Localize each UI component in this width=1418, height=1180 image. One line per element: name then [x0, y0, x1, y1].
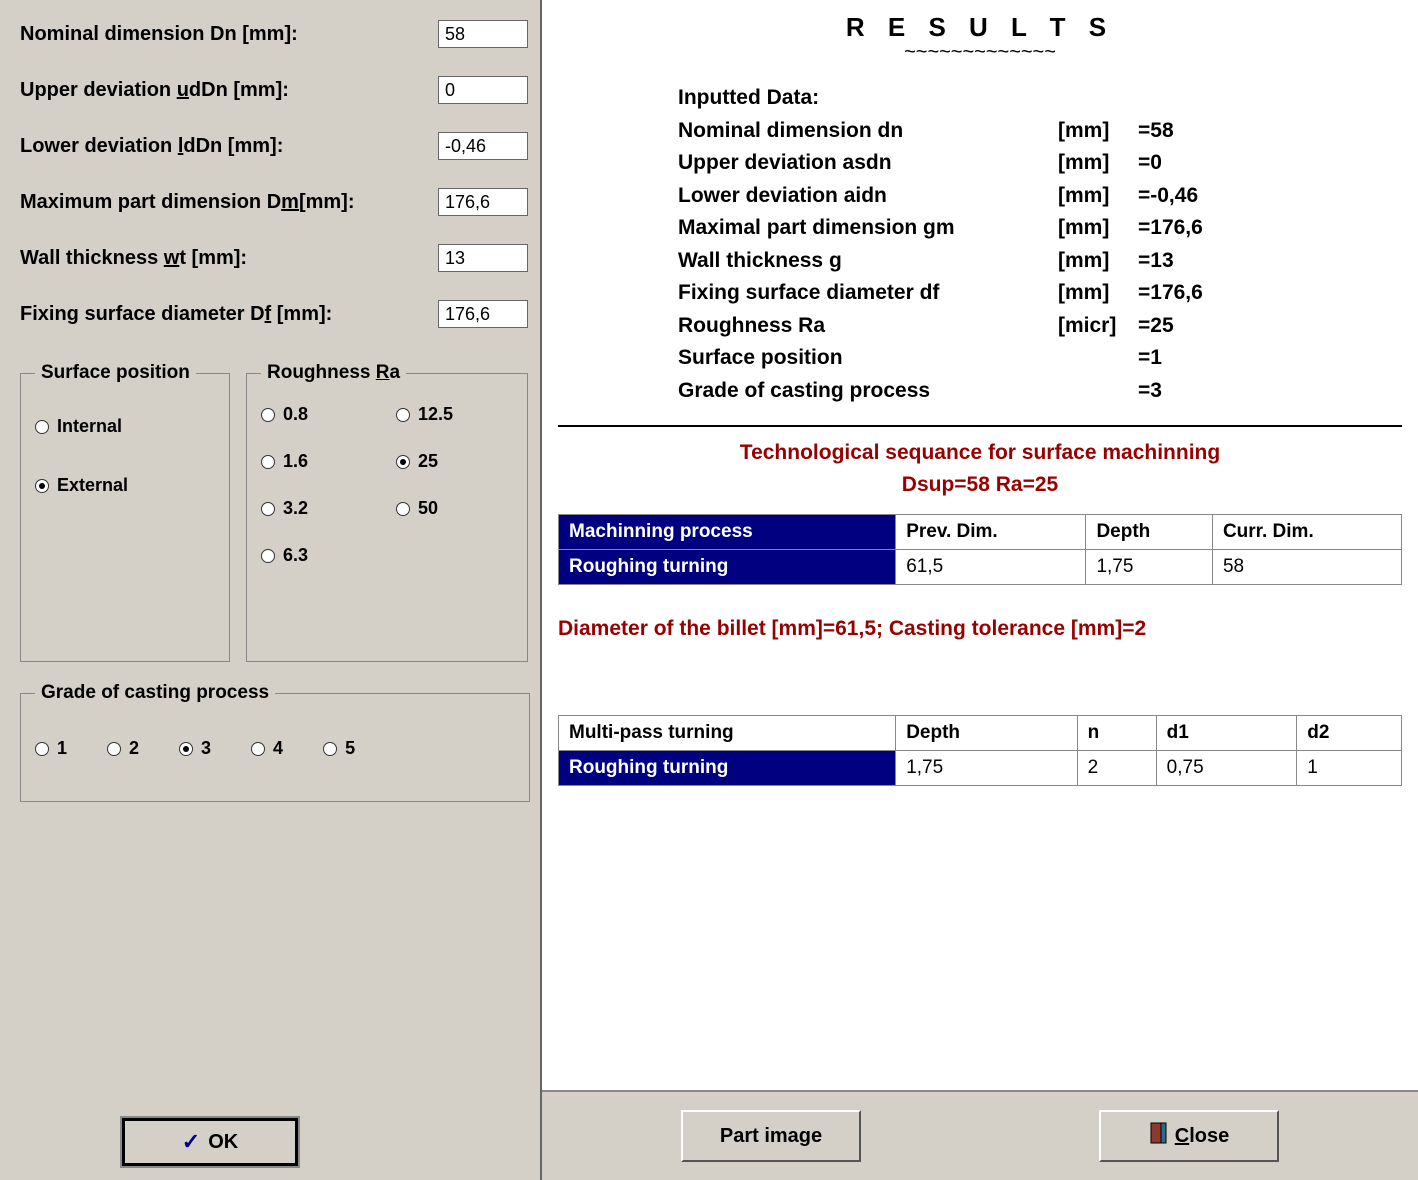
df-input[interactable]: [438, 300, 528, 328]
th-multipass: Multi-pass turning: [559, 715, 896, 750]
radio-icon: [261, 455, 275, 469]
field-ld: Lower deviation ldDn [mm]:: [20, 132, 528, 160]
surface-position-group: Surface position Internal External: [20, 362, 230, 662]
grade-legend: Grade of casting process: [35, 682, 275, 704]
ld-input[interactable]: [438, 132, 528, 160]
roughness-legend: Roughness Ra: [261, 362, 406, 384]
radio-grade-2[interactable]: 2: [107, 738, 139, 759]
th-depth: Depth: [1086, 515, 1213, 550]
th-depth2: Depth: [896, 715, 1077, 750]
ud-input[interactable]: [438, 76, 528, 104]
inputted-row: Surface position=1: [678, 342, 1402, 375]
radio-icon: [35, 420, 49, 434]
grade-group: Grade of casting process 1 2 3 4 5: [20, 682, 530, 802]
tech-seq-line2: Dsup=58 Ra=25: [558, 469, 1402, 501]
divider: [558, 425, 1402, 427]
radio-ra-12-5[interactable]: 12.5: [396, 404, 513, 425]
inputted-row: Maximal part dimension gm[mm]=176,6: [678, 212, 1402, 245]
dn-label: Nominal dimension Dn [mm]:: [20, 23, 438, 46]
dn-input[interactable]: [438, 20, 528, 48]
radio-icon: [323, 742, 337, 756]
part-image-button[interactable]: Part image: [681, 1110, 861, 1162]
radio-icon: [261, 408, 275, 422]
table-row: Roughing turning 61,5 1,75 58: [559, 550, 1402, 585]
radio-icon: [107, 742, 121, 756]
radio-icon: [396, 408, 410, 422]
inputted-data-block: Inputted Data: Nominal dimension dn[mm]=…: [678, 82, 1402, 407]
th-process: Machinning process: [559, 515, 896, 550]
radio-grade-5[interactable]: 5: [323, 738, 355, 759]
th-currdim: Curr. Dim.: [1212, 515, 1401, 550]
input-panel: Nominal dimension Dn [mm]: Upper deviati…: [0, 0, 540, 1180]
results-title: R E S U L T S: [558, 12, 1402, 43]
radio-ra-0-8[interactable]: 0.8: [261, 404, 378, 425]
ok-button[interactable]: ✓ OK: [120, 1116, 300, 1168]
inputted-row: Nominal dimension dn[mm]=58: [678, 115, 1402, 148]
inputted-row: Lower deviation aidn[mm]=-0,46: [678, 180, 1402, 213]
machining-table: Machinning process Prev. Dim. Depth Curr…: [558, 514, 1402, 585]
field-ud: Upper deviation udDn [mm]:: [20, 76, 528, 104]
radio-ra-1-6[interactable]: 1.6: [261, 451, 378, 472]
df-label: Fixing surface diameter Df [mm]:: [20, 303, 438, 326]
table-header-row: Multi-pass turning Depth n d1 d2: [559, 715, 1402, 750]
inputted-row: Upper deviation asdn[mm]=0: [678, 147, 1402, 180]
table-row: Roughing turning 1,75 2 0,75 1: [559, 750, 1402, 785]
results-underline: ~~~~~~~~~~~~~: [558, 41, 1402, 64]
field-dn: Nominal dimension Dn [mm]:: [20, 20, 528, 48]
field-wt: Wall thickness wt [mm]:: [20, 244, 528, 272]
radio-icon: [35, 742, 49, 756]
close-button[interactable]: CCloselose: [1099, 1110, 1279, 1162]
radio-icon: [179, 742, 193, 756]
results-panel: R E S U L T S ~~~~~~~~~~~~~ Inputted Dat…: [540, 0, 1418, 1180]
wt-label: Wall thickness wt [mm]:: [20, 247, 438, 270]
radio-grade-4[interactable]: 4: [251, 738, 283, 759]
th-d2: d2: [1297, 715, 1402, 750]
inputted-row: Grade of casting process=3: [678, 375, 1402, 408]
inputted-row: Roughness Ra[micr]=25: [678, 310, 1402, 343]
radio-icon: [396, 455, 410, 469]
radio-ra-25[interactable]: 25: [396, 451, 513, 472]
radio-icon: [35, 479, 49, 493]
surface-position-legend: Surface position: [35, 362, 196, 384]
radio-external[interactable]: External: [35, 475, 215, 496]
dm-input[interactable]: [438, 188, 528, 216]
radio-internal[interactable]: Internal: [35, 416, 215, 437]
roughness-group: Roughness Ra 0.8 12.5 1.6 25 3.2 50 6.3: [246, 362, 528, 662]
billet-line: Diameter of the billet [mm]=61,5; Castin…: [558, 613, 1402, 645]
ld-label: Lower deviation ldDn [mm]:: [20, 135, 438, 158]
radio-icon: [251, 742, 265, 756]
inputted-row: Wall thickness g[mm]=13: [678, 245, 1402, 278]
tech-seq-line1: Technological sequance for surface machi…: [558, 437, 1402, 469]
th-d1: d1: [1156, 715, 1297, 750]
multipass-table: Multi-pass turning Depth n d1 d2 Roughin…: [558, 715, 1402, 786]
radio-icon: [261, 502, 275, 516]
field-dm: Maximum part dimension Dm[mm]:: [20, 188, 528, 216]
field-df: Fixing surface diameter Df [mm]:: [20, 300, 528, 328]
th-prevdim: Prev. Dim.: [896, 515, 1086, 550]
radio-ra-50[interactable]: 50: [396, 498, 513, 519]
check-icon: ✓: [182, 1129, 200, 1155]
wt-input[interactable]: [438, 244, 528, 272]
door-icon: [1149, 1122, 1167, 1150]
inputted-header: Inputted Data:: [678, 82, 1402, 115]
radio-ra-3-2[interactable]: 3.2: [261, 498, 378, 519]
radio-icon: [261, 549, 275, 563]
inputted-row: Fixing surface diameter df[mm]=176,6: [678, 277, 1402, 310]
radio-grade-1[interactable]: 1: [35, 738, 67, 759]
radio-grade-3[interactable]: 3: [179, 738, 211, 759]
table-header-row: Machinning process Prev. Dim. Depth Curr…: [559, 515, 1402, 550]
radio-ra-6-3[interactable]: 6.3: [261, 545, 378, 566]
th-n: n: [1077, 715, 1156, 750]
radio-icon: [396, 502, 410, 516]
dm-label: Maximum part dimension Dm[mm]:: [20, 191, 438, 214]
ud-label: Upper deviation udDn [mm]:: [20, 79, 438, 102]
